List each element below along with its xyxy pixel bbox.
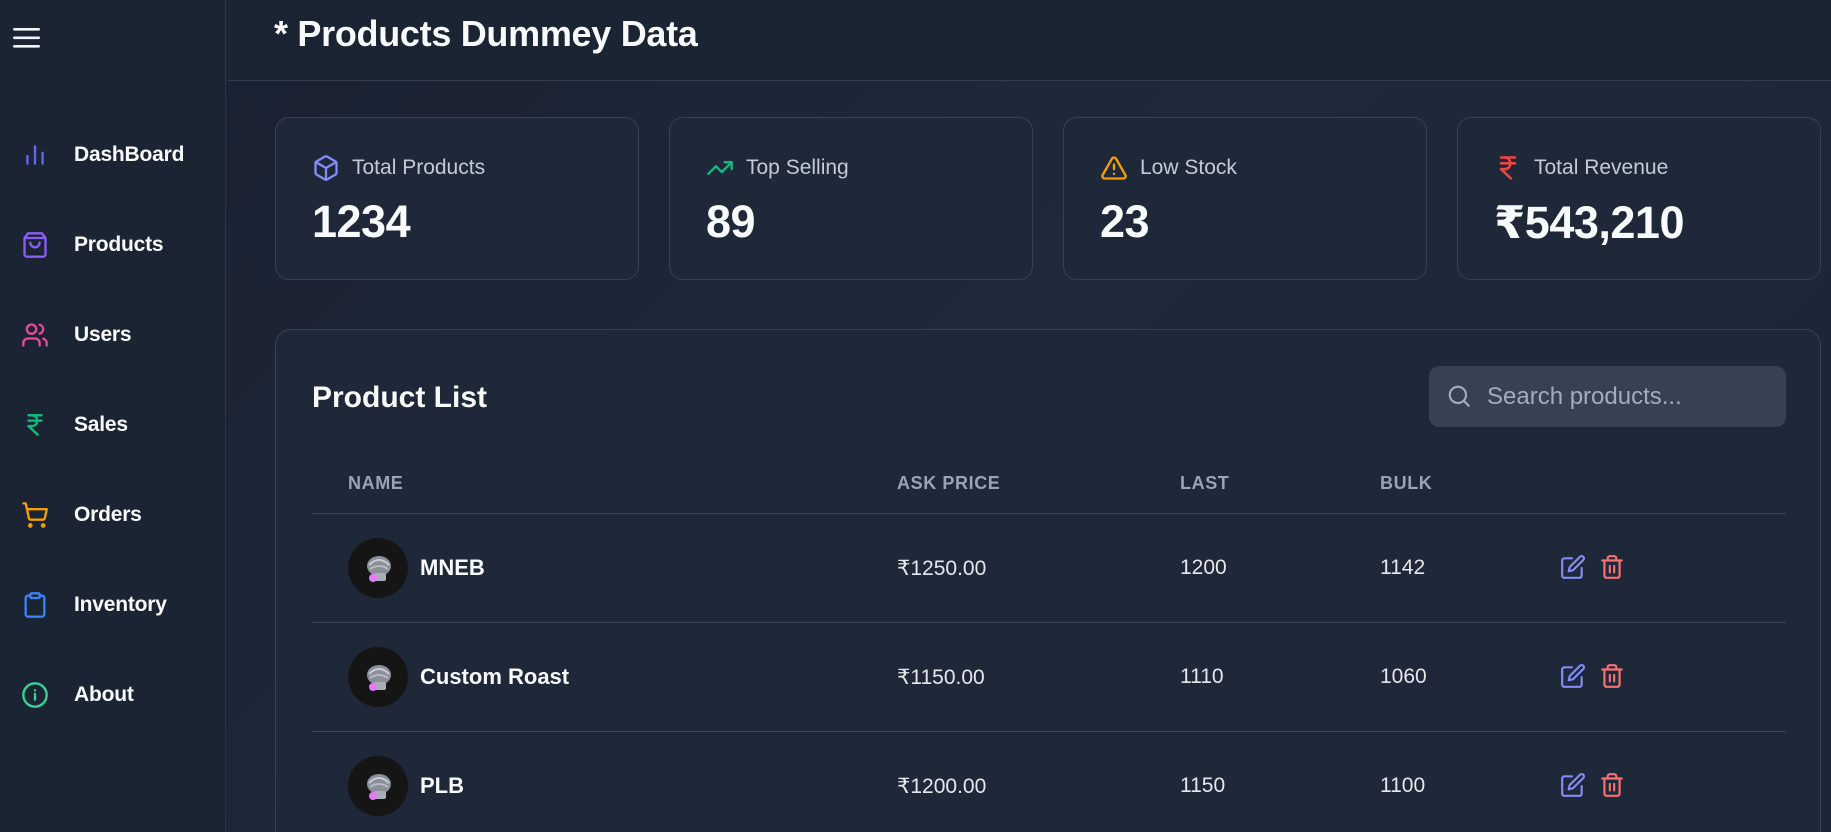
product-avatar xyxy=(348,647,408,707)
trending-up-icon xyxy=(707,161,733,175)
clipboard-icon xyxy=(20,590,50,620)
sidebar-item-orders[interactable]: Orders xyxy=(0,470,226,560)
search-input[interactable] xyxy=(1487,366,1777,427)
edit-icon[interactable] xyxy=(1558,770,1588,800)
info-icon xyxy=(20,680,50,710)
product-name: MNEB xyxy=(420,555,485,580)
alert-triangle-icon xyxy=(1101,156,1127,180)
product-list-card: Product List NAME ASK PRICE LAST BULK xyxy=(275,329,1821,832)
stat-label: Total Revenue xyxy=(1534,156,1669,179)
sidebar-item-label: DashBoard xyxy=(74,143,185,166)
search-box xyxy=(1429,366,1786,427)
sidebar-item-products[interactable]: Products xyxy=(0,200,226,290)
menu-icon[interactable] xyxy=(13,26,40,50)
column-header-bulk: BULK xyxy=(1380,473,1433,493)
stat-card-low-stock: Low Stock 23 xyxy=(1063,117,1427,280)
shopping-cart-icon xyxy=(20,500,50,530)
package-icon xyxy=(314,155,338,181)
table-row: PLB ₹1200.00 1150 1100 xyxy=(312,732,1786,832)
sidebar: DashBoard Products Users Sales Orders In… xyxy=(0,0,226,832)
sidebar-item-label: Sales xyxy=(74,413,128,436)
product-last: 1150 xyxy=(1180,774,1226,797)
stat-card-total-products: Total Products 1234 xyxy=(275,117,639,280)
edit-icon[interactable] xyxy=(1558,552,1588,582)
stat-value: 1234 xyxy=(312,196,411,247)
rupee-icon xyxy=(20,410,50,440)
column-header-ask-price: ASK PRICE xyxy=(897,473,1001,493)
product-bulk: 1100 xyxy=(1380,774,1426,797)
product-ask-price: ₹1150.00 xyxy=(897,666,985,689)
stat-label: Top Selling xyxy=(746,156,849,179)
stat-value: ₹543,210 xyxy=(1494,197,1684,248)
sidebar-item-label: Products xyxy=(74,233,164,256)
product-name: Custom Roast xyxy=(420,664,570,689)
sidebar-item-sales[interactable]: Sales xyxy=(0,380,226,470)
stat-card-top-selling: Top Selling 89 xyxy=(669,117,1033,280)
rupee-icon xyxy=(1499,156,1517,180)
app-root: DashBoard Products Users Sales Orders In… xyxy=(0,0,1831,832)
product-table: NAME ASK PRICE LAST BULK MNEB ₹1250.00 1… xyxy=(312,450,1786,832)
product-avatar xyxy=(348,538,408,598)
product-last: 1110 xyxy=(1180,665,1224,688)
main-content: * Products Dummey Data Total Products 12… xyxy=(227,0,1831,832)
product-bulk: 1142 xyxy=(1380,556,1426,579)
sidebar-item-dashboard[interactable]: DashBoard xyxy=(0,110,226,200)
trash-icon[interactable] xyxy=(1597,552,1627,582)
product-ask-price: ₹1250.00 xyxy=(897,557,987,580)
sidebar-item-label: Inventory xyxy=(74,593,167,616)
stat-label: Total Products xyxy=(352,156,486,179)
top-bar: * Products Dummey Data xyxy=(227,0,1831,81)
users-icon xyxy=(20,320,50,350)
trash-icon[interactable] xyxy=(1597,770,1627,800)
sidebar-item-label: About xyxy=(74,683,134,706)
table-row: Custom Roast ₹1150.00 1110 1060 xyxy=(312,623,1786,732)
trash-icon[interactable] xyxy=(1597,661,1627,691)
product-bulk: 1060 xyxy=(1380,665,1427,688)
page-title: * Products Dummey Data xyxy=(274,13,698,54)
product-ask-price: ₹1200.00 xyxy=(897,775,987,798)
product-last: 1200 xyxy=(1180,556,1227,579)
stat-label: Low Stock xyxy=(1140,156,1237,179)
table-row: MNEB ₹1250.00 1200 1142 xyxy=(312,514,1786,623)
shopping-bag-icon xyxy=(20,230,50,260)
sidebar-item-inventory[interactable]: Inventory xyxy=(0,560,226,650)
stat-value: 89 xyxy=(706,196,756,247)
product-name: PLB xyxy=(420,773,464,798)
search-icon xyxy=(1448,385,1470,407)
sidebar-nav: DashBoard Products Users Sales Orders In… xyxy=(0,110,226,740)
column-header-name: NAME xyxy=(348,473,404,493)
stat-value: 23 xyxy=(1100,196,1150,247)
edit-icon[interactable] xyxy=(1558,661,1588,691)
product-avatar xyxy=(348,756,408,816)
sidebar-item-users[interactable]: Users xyxy=(0,290,226,380)
bar-chart-icon xyxy=(20,140,50,170)
stat-card-total-revenue: Total Revenue ₹543,210 xyxy=(1457,117,1821,280)
sidebar-item-label: Users xyxy=(74,323,132,346)
product-list-title: Product List xyxy=(312,381,488,414)
column-header-last: LAST xyxy=(1180,473,1230,493)
sidebar-item-about[interactable]: About xyxy=(0,650,226,740)
sidebar-item-label: Orders xyxy=(74,503,142,526)
table-header: NAME ASK PRICE LAST BULK xyxy=(312,450,1786,514)
